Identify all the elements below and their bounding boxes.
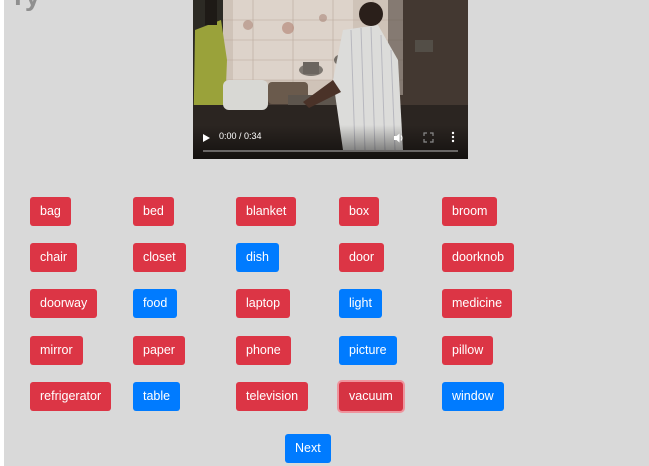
volume-icon[interactable] [393, 132, 405, 144]
object-button-blanket[interactable]: blanket [236, 197, 297, 226]
object-button-closet[interactable]: closet [133, 243, 186, 272]
object-button-broom[interactable]: broom [442, 197, 498, 226]
page-heading: ry [14, 0, 40, 10]
video-player[interactable]: 0:00 / 0:34 [193, 0, 468, 159]
video-controls: 0:00 / 0:34 [193, 125, 468, 159]
fullscreen-icon[interactable] [423, 132, 434, 143]
video-progress-bar[interactable] [203, 150, 458, 152]
object-button-phone[interactable]: phone [236, 336, 291, 365]
object-button-doorway[interactable]: doorway [30, 289, 98, 318]
object-button-picture[interactable]: picture [339, 336, 397, 365]
play-icon[interactable] [203, 134, 210, 142]
video-time: 0:00 / 0:34 [219, 131, 262, 141]
object-button-light[interactable]: light [339, 289, 382, 318]
object-button-medicine[interactable]: medicine [442, 289, 513, 318]
object-button-pillow[interactable]: pillow [442, 336, 494, 365]
next-button[interactable]: Next [285, 434, 331, 463]
object-button-paper[interactable]: paper [133, 336, 185, 365]
object-button-television[interactable]: television [236, 382, 309, 411]
object-button-bed[interactable]: bed [133, 197, 174, 226]
object-button-door[interactable]: door [339, 243, 385, 272]
object-button-laptop[interactable]: laptop [236, 289, 291, 318]
object-button-box[interactable]: box [339, 197, 380, 226]
object-button-doorknob[interactable]: doorknob [442, 243, 515, 272]
more-options-icon[interactable] [451, 131, 455, 143]
object-button-vacuum[interactable]: vacuum [339, 382, 403, 411]
object-button-mirror[interactable]: mirror [30, 336, 83, 365]
object-button-refrigerator[interactable]: refrigerator [30, 382, 112, 411]
object-button-chair[interactable]: chair [30, 243, 78, 272]
object-button-food[interactable]: food [133, 289, 178, 318]
page-background: ry [4, 0, 649, 466]
object-button-dish[interactable]: dish [236, 243, 279, 272]
object-button-window[interactable]: window [442, 382, 504, 411]
object-button-bag[interactable]: bag [30, 197, 71, 226]
object-button-table[interactable]: table [133, 382, 181, 411]
